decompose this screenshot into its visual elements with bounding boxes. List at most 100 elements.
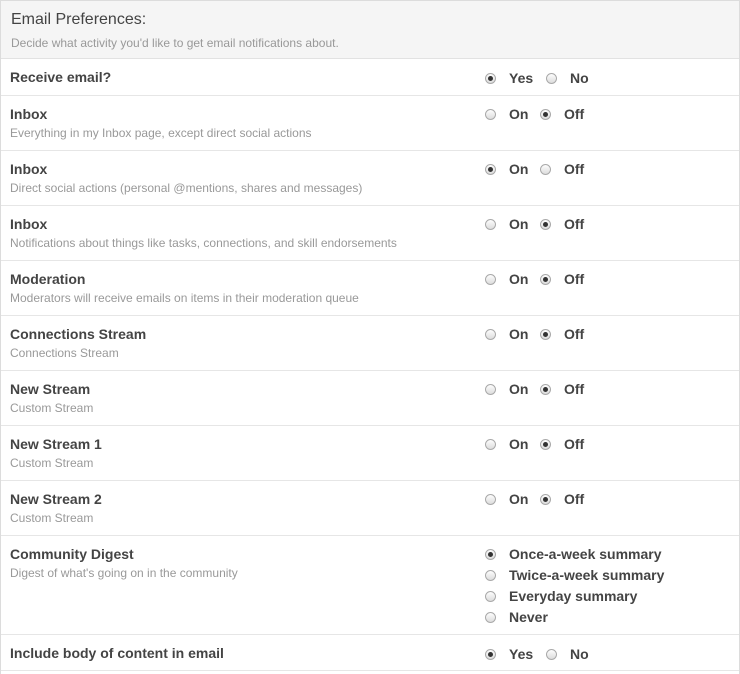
- off-radio[interactable]: [540, 273, 551, 285]
- on-option[interactable]: On: [485, 436, 528, 452]
- off-radio[interactable]: [540, 328, 551, 340]
- digest-option-label: Never: [509, 609, 548, 625]
- setting-description: Connections Stream: [10, 346, 119, 360]
- page-subtitle: Decide what activity you'd like to get e…: [11, 36, 339, 50]
- off-label: Off: [564, 436, 585, 452]
- on-radio[interactable]: [485, 328, 496, 340]
- off-label: Off: [564, 106, 585, 122]
- receive-email-row: Receive email? Yes No: [1, 59, 739, 96]
- setting-row-inbox-everything: Inbox Everything in my Inbox page, excep…: [1, 96, 739, 151]
- email-preferences-panel: Email Preferences: Decide what activity …: [0, 0, 740, 674]
- setting-description: Direct social actions (personal @mention…: [10, 181, 363, 195]
- off-option[interactable]: Off: [540, 436, 584, 452]
- digest-option-label: Everyday summary: [509, 588, 638, 604]
- on-option[interactable]: On: [485, 161, 528, 177]
- setting-description: Notifications about things like tasks, c…: [10, 236, 397, 250]
- include-body-row: Include body of content in email Yes No: [1, 635, 739, 671]
- receive-email-yes-label: Yes: [509, 70, 534, 86]
- setting-row-inbox-direct-social: Inbox Direct social actions (personal @m…: [1, 151, 739, 206]
- include-body-label: Include body of content in email: [10, 645, 224, 661]
- off-label: Off: [564, 161, 585, 177]
- off-label: Off: [564, 216, 585, 232]
- off-option[interactable]: Off: [540, 161, 584, 177]
- off-radio[interactable]: [540, 163, 551, 175]
- on-radio[interactable]: [485, 493, 496, 505]
- setting-label: Inbox: [10, 161, 48, 177]
- on-option[interactable]: On: [485, 216, 528, 232]
- digest-option-label: Once-a-week summary: [509, 546, 662, 562]
- digest-option-label: Twice-a-week summary: [509, 567, 665, 583]
- digest-radio[interactable]: [485, 569, 496, 581]
- setting-row-inbox-notifications: Inbox Notifications about things like ta…: [1, 206, 739, 261]
- off-option[interactable]: Off: [540, 216, 584, 232]
- include-body-yes-radio[interactable]: [485, 648, 496, 660]
- digest-option-never[interactable]: Never: [485, 609, 548, 625]
- on-option[interactable]: On: [485, 491, 528, 507]
- preferences-header: Email Preferences: Decide what activity …: [1, 1, 739, 59]
- include-body-no-radio[interactable]: [546, 648, 557, 660]
- digest-option-once-a-week[interactable]: Once-a-week summary: [485, 546, 662, 562]
- receive-email-no-label: No: [570, 70, 589, 86]
- setting-row-new-stream: New Stream Custom Stream On Off: [1, 371, 739, 426]
- on-label: On: [509, 381, 529, 397]
- setting-description: Custom Stream: [10, 401, 94, 415]
- on-option[interactable]: On: [485, 271, 528, 287]
- include-body-no-option[interactable]: No: [546, 646, 589, 662]
- off-radio[interactable]: [540, 108, 551, 120]
- off-radio[interactable]: [540, 218, 551, 230]
- setting-description: Custom Stream: [10, 511, 94, 525]
- digest-option-twice-a-week[interactable]: Twice-a-week summary: [485, 567, 664, 583]
- digest-radio[interactable]: [485, 590, 496, 602]
- digest-radio[interactable]: [485, 611, 496, 623]
- receive-email-label: Receive email?: [10, 69, 112, 85]
- on-option[interactable]: On: [485, 106, 528, 122]
- on-radio[interactable]: [485, 438, 496, 450]
- off-label: Off: [564, 491, 585, 507]
- receive-email-yes-option[interactable]: Yes: [485, 70, 533, 86]
- digest-description: Digest of what's going on in the communi…: [10, 566, 238, 580]
- on-label: On: [509, 491, 529, 507]
- on-label: On: [509, 326, 529, 342]
- on-radio[interactable]: [485, 108, 496, 120]
- on-label: On: [509, 271, 529, 287]
- page-title: Email Preferences:: [11, 11, 147, 28]
- on-label: On: [509, 436, 529, 452]
- receive-email-no-option[interactable]: No: [546, 70, 589, 86]
- digest-radio[interactable]: [485, 548, 496, 560]
- setting-description: Everything in my Inbox page, except dire…: [10, 126, 312, 140]
- setting-label: Inbox: [10, 216, 48, 232]
- on-label: On: [509, 106, 529, 122]
- off-label: Off: [564, 326, 585, 342]
- on-radio[interactable]: [485, 383, 496, 395]
- off-option[interactable]: Off: [540, 271, 584, 287]
- setting-label: Inbox: [10, 106, 48, 122]
- off-option[interactable]: Off: [540, 326, 584, 342]
- on-radio[interactable]: [485, 273, 496, 285]
- on-option[interactable]: On: [485, 326, 528, 342]
- off-option[interactable]: Off: [540, 491, 584, 507]
- on-radio[interactable]: [485, 163, 496, 175]
- off-option[interactable]: Off: [540, 106, 584, 122]
- setting-label: New Stream 1: [10, 436, 102, 452]
- on-option[interactable]: On: [485, 381, 528, 397]
- off-option[interactable]: Off: [540, 381, 584, 397]
- setting-label: Moderation: [10, 271, 86, 287]
- receive-email-yes-radio[interactable]: [485, 72, 496, 84]
- setting-row-new-stream-1: New Stream 1 Custom Stream On Off: [1, 426, 739, 481]
- off-radio[interactable]: [540, 383, 551, 395]
- receive-email-no-radio[interactable]: [546, 72, 557, 84]
- setting-label: Connections Stream: [10, 326, 147, 342]
- off-label: Off: [564, 271, 585, 287]
- setting-label: New Stream: [10, 381, 91, 397]
- off-radio[interactable]: [540, 493, 551, 505]
- include-body-no-label: No: [570, 646, 589, 662]
- digest-option-everyday[interactable]: Everyday summary: [485, 588, 637, 604]
- off-label: Off: [564, 381, 585, 397]
- on-radio[interactable]: [485, 218, 496, 230]
- off-radio[interactable]: [540, 438, 551, 450]
- on-label: On: [509, 161, 529, 177]
- include-body-yes-label: Yes: [509, 646, 534, 662]
- include-body-yes-option[interactable]: Yes: [485, 646, 533, 662]
- on-label: On: [509, 216, 529, 232]
- digest-label: Community Digest: [10, 546, 134, 562]
